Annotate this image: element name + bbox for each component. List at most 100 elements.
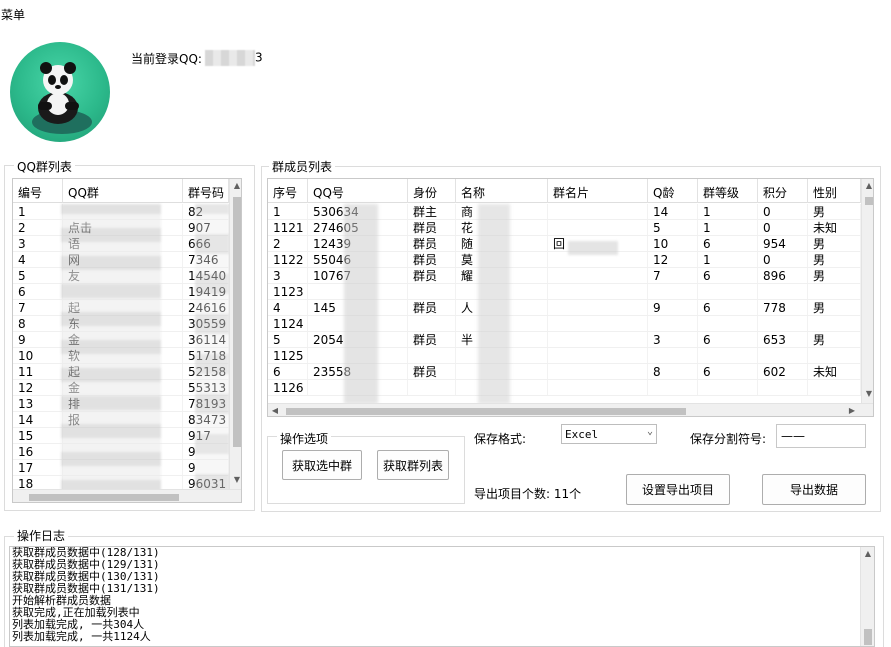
col-qage[interactable]: Q龄 (648, 179, 698, 203)
table-cell: 16 (13, 444, 63, 459)
table-cell (548, 300, 648, 315)
table-cell: 2 (268, 236, 308, 251)
table-cell: 0 (758, 252, 808, 267)
table-cell (548, 220, 648, 235)
scroll-thumb[interactable] (864, 629, 872, 645)
table-cell (808, 348, 861, 363)
table-cell: 男 (808, 204, 861, 219)
member-list-vscroll[interactable]: ▲ ▼ (861, 179, 873, 403)
scroll-down-icon[interactable]: ▼ (230, 473, 241, 487)
table-cell: 未知 (808, 364, 861, 379)
table-cell: 653 (758, 332, 808, 347)
table-cell: 男 (808, 332, 861, 347)
table-cell: 8 (648, 364, 698, 379)
table-cell: 1 (698, 220, 758, 235)
blurred-qq (205, 50, 255, 66)
table-cell: 群员 (408, 220, 456, 235)
col-qq[interactable]: QQ号 (308, 179, 408, 203)
col-points[interactable]: 积分 (758, 179, 808, 203)
scroll-thumb[interactable] (286, 408, 686, 415)
table-cell: 5 (13, 268, 63, 283)
scroll-right-icon[interactable]: ▶ (845, 404, 859, 416)
member-list-hscroll[interactable]: ◀ ▶ (268, 403, 873, 416)
table-cell (648, 316, 698, 331)
member-list-title: 群成员列表 (269, 158, 336, 175)
scroll-up-icon[interactable]: ▲ (861, 547, 874, 561)
table-cell: 群主 (408, 204, 456, 219)
table-cell: 男 (808, 252, 861, 267)
table-cell: 7 (13, 300, 63, 315)
table-cell (408, 284, 456, 299)
group-list-vscroll[interactable]: ▲ ▼ (229, 179, 241, 489)
blurred-region (195, 204, 229, 494)
table-cell (698, 284, 758, 299)
col-group[interactable]: QQ群 (63, 179, 183, 203)
table-cell: 未知 (808, 220, 861, 235)
menu-item[interactable]: 菜单 (1, 6, 25, 23)
save-format-label: 保存格式: (474, 432, 527, 446)
col-gender[interactable]: 性别 (808, 179, 861, 203)
scroll-up-icon[interactable]: ▲ (230, 179, 241, 193)
set-export-items-button[interactable]: 设置导出项目 (626, 474, 730, 505)
table-cell (408, 316, 456, 331)
login-label: 当前登录QQ: (131, 52, 202, 66)
get-group-list-button[interactable]: 获取群列表 (377, 450, 449, 480)
table-cell: 0 (758, 220, 808, 235)
table-cell: 12 (648, 252, 698, 267)
scroll-thumb[interactable] (29, 494, 179, 501)
group-list-table[interactable]: 编号 QQ群 群号码 1822点击9073语6664网73465友1454061… (12, 178, 242, 503)
scroll-thumb[interactable] (865, 197, 873, 205)
table-cell: 1124 (268, 316, 308, 331)
group-list-hscroll[interactable] (13, 489, 241, 502)
table-cell: 10 (648, 236, 698, 251)
log-title: 操作日志 (14, 527, 69, 544)
get-selected-group-button[interactable]: 获取选中群 (282, 450, 362, 480)
table-cell: 3 (648, 332, 698, 347)
table-cell (808, 380, 861, 395)
table-cell (548, 268, 648, 283)
table-cell (758, 380, 808, 395)
table-cell (548, 332, 648, 347)
scroll-down-icon[interactable]: ▼ (862, 387, 873, 401)
table-cell: 6 (13, 284, 63, 299)
table-cell (548, 380, 648, 395)
table-cell (408, 348, 456, 363)
table-cell (548, 364, 648, 379)
export-data-button[interactable]: 导出数据 (762, 474, 866, 505)
member-list-header: 序号 QQ号 身份 名称 群名片 Q龄 群等级 积分 性别 (268, 179, 861, 203)
table-cell: 4 (13, 252, 63, 267)
scroll-up-icon[interactable]: ▲ (862, 179, 873, 193)
scroll-left-icon[interactable]: ◀ (268, 404, 282, 416)
blurred-region (61, 204, 161, 494)
save-format-select[interactable]: Excel ⌄ (561, 424, 657, 444)
col-group-id[interactable]: 群号码 (183, 179, 229, 203)
table-cell: 778 (758, 300, 808, 315)
col-number[interactable]: 编号 (13, 179, 63, 203)
avatar (10, 42, 110, 142)
col-name[interactable]: 名称 (456, 179, 548, 203)
table-cell: 6 (698, 364, 758, 379)
member-list-table[interactable]: 序号 QQ号 身份 名称 群名片 Q龄 群等级 积分 性别 1 530634 群主商… (267, 178, 874, 417)
table-cell (758, 284, 808, 299)
table-cell (808, 284, 861, 299)
col-level[interactable]: 群等级 (698, 179, 758, 203)
table-cell: 11 (13, 364, 63, 379)
table-cell: 12 (13, 380, 63, 395)
table-cell: 17 (13, 460, 63, 475)
table-cell: 6 (268, 364, 308, 379)
col-card[interactable]: 群名片 (548, 179, 648, 203)
table-cell: 1 (698, 252, 758, 267)
scroll-thumb[interactable] (233, 197, 241, 447)
col-index[interactable]: 序号 (268, 179, 308, 203)
table-cell (648, 380, 698, 395)
table-cell: 5 (268, 332, 308, 347)
blurred-region (344, 204, 378, 404)
log-textbox[interactable]: 获取群成员数据中(128/131) 获取群成员数据中(129/131) 获取群成员数… (9, 546, 875, 647)
separator-input[interactable]: —— (776, 424, 866, 448)
col-role[interactable]: 身份 (408, 179, 456, 203)
separator-label: 保存分割符号: (690, 432, 767, 446)
table-cell: 6 (698, 300, 758, 315)
table-cell (808, 316, 861, 331)
table-cell (408, 380, 456, 395)
log-vscroll[interactable]: ▲ (860, 547, 874, 646)
